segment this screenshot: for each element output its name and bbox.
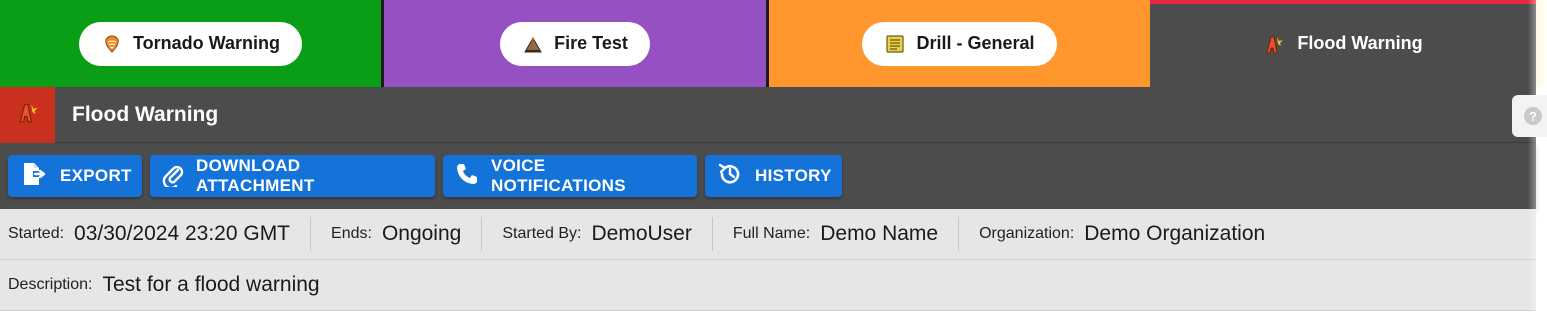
started-value: 03/30/2024 23:20 GMT [74, 222, 291, 245]
tab-label: Flood Warning [1297, 33, 1423, 53]
tab-flood-warning[interactable]: Flood Warning [1150, 0, 1536, 87]
tab-label: Tornado Warning [133, 33, 280, 53]
started-label: Started: [8, 225, 65, 242]
tab-drill-general[interactable]: Drill - General [766, 0, 1150, 87]
tab-label: Drill - General [916, 33, 1035, 53]
voice-notifications-label: VOICE NOTIFICATIONS [491, 156, 626, 195]
active-tab-indicator [1150, 0, 1536, 4]
export-button[interactable]: EXPORT [8, 155, 142, 197]
tab-pill[interactable]: Tornado Warning [79, 21, 302, 66]
history-button[interactable]: HISTORY [705, 155, 842, 197]
started-by-label: Started By: [502, 225, 582, 242]
organization-label: Organization: [979, 225, 1075, 242]
flood-icon [16, 100, 40, 129]
started-by-field: Started By: DemoUser [502, 217, 713, 251]
ends-label: Ends: [331, 225, 372, 242]
full-name-label: Full Name: [732, 225, 811, 242]
alert-header: Flood Warning [0, 86, 1536, 143]
page-title: Flood Warning [72, 102, 219, 126]
tab-pill[interactable]: Drill - General [862, 21, 1057, 66]
description-row: Description: Test for a flood warning [0, 260, 1536, 311]
paperclip-icon [162, 161, 184, 192]
full-name-value: Demo Name [820, 222, 939, 245]
full-name-field: Full Name: Demo Name [732, 217, 960, 251]
alert-details: Started: 03/30/2024 23:20 GMT Ends: Ongo… [0, 209, 1536, 311]
tab-fire-test[interactable]: Fire Test [381, 0, 766, 87]
tab-tornado-warning[interactable]: Tornado Warning [0, 0, 381, 87]
help-button[interactable]: ? [1512, 95, 1547, 137]
action-toolbar: EXPORT DOWNLOAD ATTACHMENT VOICE NOTIFIC… [0, 143, 1536, 209]
history-label: HISTORY [755, 166, 832, 185]
phone-icon [455, 162, 479, 191]
download-attachment-label: DOWNLOAD ATTACHMENT [196, 156, 315, 195]
details-row: Started: 03/30/2024 23:20 GMT Ends: Ongo… [0, 209, 1536, 260]
export-icon [20, 160, 48, 193]
flood-icon [1263, 33, 1285, 55]
alert-tabs: Tornado Warning Fire Test Drill - Genera… [0, 0, 1536, 87]
started-by-value: DemoUser [591, 222, 692, 245]
description-value: Test for a flood warning [102, 273, 320, 296]
voice-notifications-button[interactable]: VOICE NOTIFICATIONS [443, 155, 697, 197]
tab-pill[interactable]: Fire Test [500, 21, 650, 66]
ends-field: Ends: Ongoing [331, 217, 483, 251]
alert-screen: Tornado Warning Fire Test Drill - Genera… [0, 0, 1547, 320]
download-attachment-button[interactable]: DOWNLOAD ATTACHMENT [150, 155, 435, 197]
header-icon-box [0, 86, 55, 143]
fire-icon [522, 33, 544, 55]
notepad-icon [884, 33, 906, 55]
tornado-icon [101, 33, 123, 55]
description-label: Description: [8, 276, 93, 293]
help-icon: ? [1524, 107, 1542, 125]
panel-edge [1536, 0, 1547, 87]
organization-field: Organization: Demo Organization [979, 217, 1285, 251]
organization-value: Demo Organization [1084, 222, 1266, 245]
ends-value: Ongoing [381, 222, 462, 245]
export-label: EXPORT [60, 166, 132, 185]
started-field: Started: 03/30/2024 23:20 GMT [8, 217, 312, 251]
history-icon [717, 161, 743, 192]
tab-label: Fire Test [554, 33, 628, 53]
content-area [0, 311, 1536, 320]
